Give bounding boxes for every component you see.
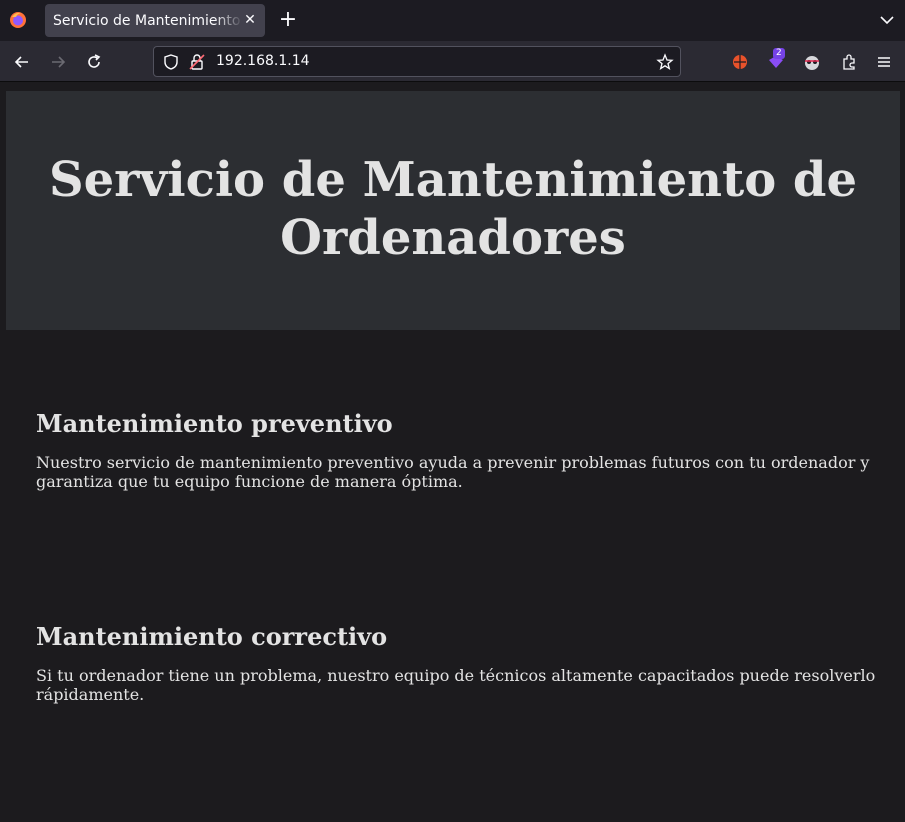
back-arrow-icon[interactable] xyxy=(13,53,31,71)
section-preventive: Mantenimiento preventivo Nuestro servici… xyxy=(36,409,886,491)
section-title: Mantenimiento preventivo xyxy=(36,409,393,438)
tab-title: Servicio de Mantenimiento de Ordenadores xyxy=(53,12,243,29)
extensions-puzzle-icon[interactable] xyxy=(840,53,858,71)
extension-badge: 2 xyxy=(773,48,785,59)
hero-header: Servicio de Mantenimiento de Ordenadores xyxy=(6,91,900,330)
section-body: Nuestro servicio de mantenimiento preven… xyxy=(36,453,870,491)
section-title: Mantenimiento correctivo xyxy=(36,622,388,651)
shield-icon[interactable] xyxy=(162,53,180,71)
tab-bar: Servicio de Mantenimiento de Ordenadores… xyxy=(0,0,905,41)
section-body: Si tu ordenador tiene un problema, nuest… xyxy=(36,666,876,704)
hamburger-menu-icon[interactable] xyxy=(875,53,893,71)
section-corrective: Mantenimiento correctivo Si tu ordenador… xyxy=(36,622,886,704)
chevron-down-icon[interactable] xyxy=(878,11,896,29)
insecure-lock-icon[interactable] xyxy=(188,53,206,71)
new-tab-button[interactable]: + xyxy=(277,9,299,31)
url-bar[interactable]: 192.168.1.14 xyxy=(153,46,681,77)
bookmark-star-icon[interactable] xyxy=(656,53,674,71)
reload-icon[interactable] xyxy=(85,53,103,71)
extension-ball-icon[interactable] xyxy=(731,53,749,71)
forward-arrow-icon[interactable] xyxy=(49,53,67,71)
extension-mask-icon[interactable] xyxy=(803,53,821,71)
url-text[interactable]: 192.168.1.14 xyxy=(216,53,310,69)
page-viewport: Servicio de Mantenimiento de Ordenadores… xyxy=(0,82,905,822)
firefox-logo-icon[interactable] xyxy=(9,11,27,29)
navigation-toolbar: 192.168.1.14 2 xyxy=(0,41,905,82)
active-tab[interactable]: Servicio de Mantenimiento de Ordenadores… xyxy=(45,4,265,37)
page-title: Servicio de Mantenimiento de Ordenadores xyxy=(48,152,858,266)
tab-close-icon[interactable]: ✕ xyxy=(241,11,259,29)
